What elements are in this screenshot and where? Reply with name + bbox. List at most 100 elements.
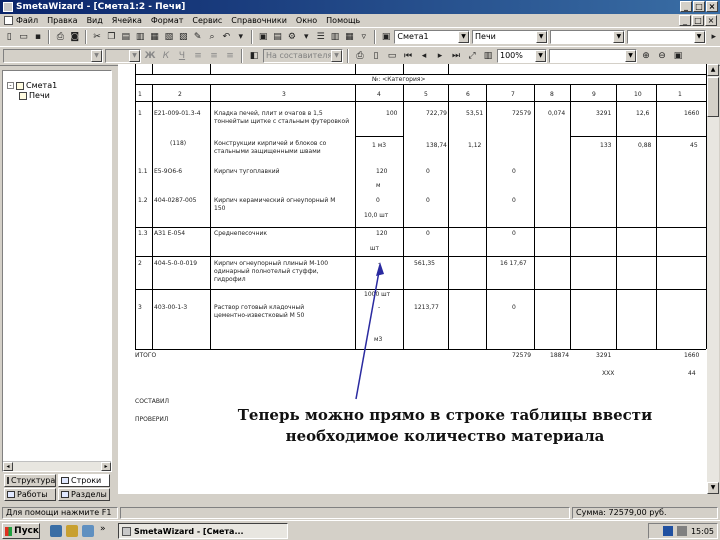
page-icon[interactable]: ▯ (369, 49, 383, 63)
chevron-down-icon[interactable]: ▼ (535, 50, 546, 62)
first-page-icon[interactable]: ⏮ (401, 49, 415, 63)
menu-cell[interactable]: Ячейка (112, 16, 142, 25)
print-icon[interactable]: ⎙ (54, 30, 66, 44)
find-icon[interactable]: ⌕ (206, 30, 218, 44)
mdi-close-button[interactable]: × (705, 15, 717, 26)
cut-icon[interactable]: ✂ (91, 30, 103, 44)
settings-icon[interactable]: ⚙ (286, 30, 298, 44)
options-dropdown-icon[interactable]: ▾ (300, 30, 312, 44)
maximize-button[interactable]: □ (693, 1, 705, 12)
grid-icon[interactable]: ▦ (343, 30, 355, 44)
close-preview-icon[interactable]: ▣ (671, 49, 685, 63)
font-size-select[interactable]: ▼ (105, 49, 141, 63)
page-break-icon[interactable]: ▭ (385, 49, 399, 63)
new-icon[interactable]: ▯ (3, 30, 15, 44)
chevron-down-icon[interactable]: ▼ (535, 31, 547, 43)
scroll-down-icon[interactable]: ▼ (707, 482, 719, 494)
estimate-icon[interactable]: ▣ (380, 30, 392, 44)
menu-edit[interactable]: Правка (47, 16, 77, 25)
scroll-left-icon[interactable]: ◂ (3, 462, 13, 471)
document-icon[interactable] (4, 16, 13, 25)
volume-icon[interactable] (676, 526, 687, 536)
columns-icon[interactable]: ▥ (481, 49, 495, 63)
open-icon[interactable]: ▭ (17, 30, 29, 44)
tab-rows[interactable]: Строки (58, 474, 110, 487)
mdi-minimize-button[interactable]: _ (679, 15, 691, 26)
insert-row-icon[interactable]: ▨ (177, 30, 189, 44)
menu-service[interactable]: Сервис (192, 16, 222, 25)
prev-page-icon[interactable]: ◂ (417, 49, 431, 63)
start-button[interactable]: Пуск (2, 523, 40, 539)
align-left-icon[interactable]: ≡ (191, 49, 205, 63)
tab-structure[interactable]: Структура (4, 474, 56, 487)
last-page-icon[interactable]: ⏭ (449, 49, 463, 63)
tab-sections[interactable]: Разделы (58, 488, 110, 501)
table-icon[interactable]: ▤ (271, 30, 283, 44)
save-icon[interactable]: ▪ (32, 30, 44, 44)
internet-explorer-icon[interactable] (50, 525, 62, 537)
email-icon[interactable] (66, 525, 78, 537)
quick-launch-more-icon[interactable]: » (100, 524, 106, 534)
align-right-icon[interactable]: ≡ (223, 49, 237, 63)
position-select[interactable]: ▼ (627, 30, 706, 44)
copy-icon[interactable]: ❐ (105, 30, 117, 44)
language-icon[interactable] (662, 526, 673, 536)
tree-item-section[interactable]: Печи (19, 91, 50, 100)
undo-icon[interactable]: ↶ (220, 30, 232, 44)
filter-icon[interactable]: ▿ (358, 30, 370, 44)
structure-tree[interactable]: - Смета1 Печи ◂ ▸ (2, 70, 112, 472)
preview-icon[interactable]: ◙ (69, 30, 81, 44)
wizard-icon[interactable]: ✎ (192, 30, 204, 44)
bold-icon[interactable]: Ж (143, 49, 157, 63)
tab-works[interactable]: Работы (4, 488, 56, 501)
next-page-icon[interactable]: ▸ (433, 49, 447, 63)
zoom-in-icon[interactable]: ⊕ (639, 49, 653, 63)
menu-references[interactable]: Справочники (231, 16, 287, 25)
scroll-right-icon[interactable]: ▸ (101, 462, 111, 471)
paste-icon[interactable]: ▤ (120, 30, 132, 44)
format-painter-icon[interactable]: ▦ (148, 30, 160, 44)
menu-file[interactable]: Файл (16, 16, 38, 25)
chevron-down-icon[interactable]: ▼ (91, 50, 102, 62)
zoom-out-icon[interactable]: ⊖ (655, 49, 669, 63)
scroll-thumb[interactable] (707, 77, 719, 117)
underline-icon[interactable]: Ч (175, 49, 189, 63)
collapse-icon[interactable]: - (7, 82, 14, 89)
close-button[interactable]: × (706, 1, 718, 12)
tree-item-estimate[interactable]: - Смета1 (7, 81, 57, 90)
clear-icon[interactable]: ▧ (163, 30, 175, 44)
undo-dropdown-icon[interactable]: ▾ (235, 30, 247, 44)
section-select[interactable]: Печи ▼ (472, 30, 548, 44)
mdi-restore-button[interactable]: □ (692, 15, 704, 26)
menu-help[interactable]: Помощь (326, 16, 360, 25)
page-select[interactable]: ▼ (549, 49, 637, 63)
title-bar[interactable]: SmetaWizard - [Смета1:2 - Печи] _ □ × (0, 0, 720, 14)
italic-icon[interactable]: К (159, 49, 173, 63)
chevron-down-icon[interactable]: ▼ (625, 50, 636, 62)
style-icon[interactable]: ◧ (247, 49, 261, 63)
scroll-up-icon[interactable]: ▲ (707, 64, 719, 76)
style-select[interactable]: На составителя ▼ (263, 49, 343, 63)
chevron-down-icon[interactable]: ▼ (613, 31, 625, 43)
fit-icon[interactable]: ⤢ (465, 49, 479, 63)
calc-icon[interactable]: ▣ (257, 30, 269, 44)
list-icon[interactable]: ☰ (315, 30, 327, 44)
vertical-scrollbar[interactable]: ▲ ▼ (707, 64, 719, 494)
print-setup-icon[interactable]: ⎙ (353, 49, 367, 63)
navigate-icon[interactable]: ▸ (708, 30, 720, 44)
chevron-down-icon[interactable]: ▼ (693, 31, 705, 43)
report-icon[interactable]: ▥ (329, 30, 341, 44)
menu-format[interactable]: Формат (151, 16, 183, 25)
font-select[interactable]: ▼ (3, 49, 103, 63)
menu-window[interactable]: Окно (296, 16, 317, 25)
row-select[interactable]: ▼ (549, 30, 626, 44)
align-center-icon[interactable]: ≡ (207, 49, 221, 63)
minimize-button[interactable]: _ (680, 1, 692, 12)
chevron-down-icon[interactable]: ▼ (331, 50, 342, 62)
paste-special-icon[interactable]: ▥ (134, 30, 146, 44)
zoom-select[interactable]: 100% ▼ (497, 49, 547, 63)
chevron-down-icon[interactable]: ▼ (458, 31, 469, 43)
horizontal-scrollbar[interactable]: ◂ ▸ (3, 461, 111, 471)
menu-view[interactable]: Вид (87, 16, 103, 25)
chevron-down-icon[interactable]: ▼ (129, 50, 140, 62)
